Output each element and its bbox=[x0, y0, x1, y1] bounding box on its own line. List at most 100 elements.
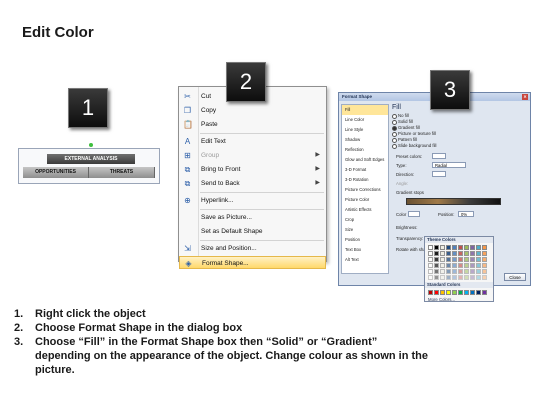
color-swatch[interactable] bbox=[452, 269, 457, 274]
color-picker-button[interactable] bbox=[408, 211, 420, 217]
category-item[interactable]: 3-D Format bbox=[342, 165, 388, 175]
color-swatch[interactable] bbox=[446, 257, 451, 262]
menu-item-edit-text[interactable]: A Edit Text bbox=[179, 135, 326, 148]
color-swatch[interactable] bbox=[482, 251, 487, 256]
close-button[interactable]: Close bbox=[504, 273, 526, 281]
color-swatch[interactable] bbox=[464, 257, 469, 262]
color-swatch[interactable] bbox=[464, 275, 469, 280]
menu-item-set-as-default-shape[interactable]: Set as Default Shape bbox=[179, 225, 326, 238]
color-swatch[interactable] bbox=[428, 251, 433, 256]
color-swatch[interactable] bbox=[452, 275, 457, 280]
color-swatch[interactable] bbox=[440, 275, 445, 280]
category-item[interactable]: Picture Corrections bbox=[342, 185, 388, 195]
color-swatch[interactable] bbox=[464, 263, 469, 268]
color-swatch[interactable] bbox=[446, 275, 451, 280]
color-swatch[interactable] bbox=[458, 290, 463, 295]
preset-colors-dropdown[interactable] bbox=[432, 153, 446, 159]
color-swatch[interactable] bbox=[482, 263, 487, 268]
category-item[interactable]: Artistic Effects bbox=[342, 205, 388, 215]
color-swatch[interactable] bbox=[470, 263, 475, 268]
gradient-stops-bar[interactable] bbox=[406, 198, 501, 205]
menu-item-copy[interactable]: ❐ Copy bbox=[179, 104, 326, 117]
menu-item-bring-to-front[interactable]: ⧉ Bring to Front ▶ bbox=[179, 163, 326, 176]
color-swatch[interactable] bbox=[452, 245, 457, 250]
menu-item-group[interactable]: ⊞ Group ▶ bbox=[179, 149, 326, 162]
category-item[interactable]: Fill bbox=[342, 105, 388, 115]
color-swatch[interactable] bbox=[476, 290, 481, 295]
color-swatch[interactable] bbox=[440, 251, 445, 256]
color-swatch[interactable] bbox=[446, 251, 451, 256]
color-swatch[interactable] bbox=[440, 257, 445, 262]
color-swatch[interactable] bbox=[464, 245, 469, 250]
color-swatch[interactable] bbox=[434, 251, 439, 256]
position-input[interactable]: 0% bbox=[458, 211, 474, 217]
color-swatch[interactable] bbox=[428, 275, 433, 280]
color-swatch[interactable] bbox=[446, 245, 451, 250]
external-analysis-box[interactable]: EXTERNAL ANALYSIS bbox=[47, 154, 135, 164]
color-swatch[interactable] bbox=[434, 245, 439, 250]
category-item[interactable]: Text Box bbox=[342, 245, 388, 255]
color-swatch[interactable] bbox=[428, 245, 433, 250]
category-item[interactable]: Crop bbox=[342, 215, 388, 225]
color-swatch[interactable] bbox=[458, 275, 463, 280]
selected-shape-panel[interactable]: EXTERNAL ANALYSIS OPPORTUNITIES THREATS bbox=[18, 143, 160, 184]
color-swatch[interactable] bbox=[458, 269, 463, 274]
menu-item-hyperlink[interactable]: ⊕ Hyperlink... bbox=[179, 194, 326, 207]
menu-item-send-to-back[interactable]: ⧉ Send to Back ▶ bbox=[179, 177, 326, 190]
category-item[interactable]: Reflection bbox=[342, 145, 388, 155]
color-swatch[interactable] bbox=[482, 290, 487, 295]
color-swatch[interactable] bbox=[470, 275, 475, 280]
category-item[interactable]: 3-D Rotation bbox=[342, 175, 388, 185]
category-item[interactable]: Position bbox=[342, 235, 388, 245]
color-swatch[interactable] bbox=[470, 269, 475, 274]
color-swatch[interactable] bbox=[476, 275, 481, 280]
menu-item-paste[interactable]: 📋 Paste bbox=[179, 118, 326, 131]
menu-item-size-and-position[interactable]: ⇲ Size and Position... bbox=[179, 242, 326, 255]
category-item[interactable]: Line Color bbox=[342, 115, 388, 125]
category-item[interactable]: Picture Color bbox=[342, 195, 388, 205]
type-dropdown[interactable]: Radial bbox=[432, 162, 466, 168]
color-swatch[interactable] bbox=[434, 269, 439, 274]
category-item[interactable]: Alt Text bbox=[342, 255, 388, 265]
color-swatch[interactable] bbox=[458, 245, 463, 250]
category-item[interactable]: Size bbox=[342, 225, 388, 235]
color-swatch[interactable] bbox=[440, 263, 445, 268]
close-icon[interactable]: ✕ bbox=[522, 94, 528, 100]
color-swatch[interactable] bbox=[440, 290, 445, 295]
color-swatch[interactable] bbox=[446, 263, 451, 268]
more-colors-link[interactable]: More Colors... bbox=[425, 297, 493, 302]
color-swatch[interactable] bbox=[440, 245, 445, 250]
color-swatch[interactable] bbox=[446, 269, 451, 274]
color-swatch[interactable] bbox=[464, 269, 469, 274]
color-swatch[interactable] bbox=[476, 269, 481, 274]
color-swatch[interactable] bbox=[434, 290, 439, 295]
color-swatch[interactable] bbox=[452, 290, 457, 295]
rotate-handle[interactable] bbox=[89, 143, 93, 147]
category-item[interactable]: Shadow bbox=[342, 135, 388, 145]
color-swatch[interactable] bbox=[476, 257, 481, 262]
color-swatch[interactable] bbox=[428, 263, 433, 268]
color-swatch[interactable] bbox=[452, 251, 457, 256]
color-swatch[interactable] bbox=[476, 245, 481, 250]
color-swatch[interactable] bbox=[452, 257, 457, 262]
color-swatch[interactable] bbox=[428, 269, 433, 274]
color-swatch[interactable] bbox=[458, 257, 463, 262]
color-swatch[interactable] bbox=[470, 290, 475, 295]
color-swatch[interactable] bbox=[434, 263, 439, 268]
color-swatch[interactable] bbox=[482, 257, 487, 262]
color-swatch[interactable] bbox=[482, 245, 487, 250]
opportunities-cell[interactable]: OPPORTUNITIES bbox=[23, 167, 89, 178]
color-swatch[interactable] bbox=[470, 245, 475, 250]
category-item[interactable]: Line Style bbox=[342, 125, 388, 135]
direction-dropdown[interactable] bbox=[432, 171, 446, 177]
color-swatch[interactable] bbox=[476, 263, 481, 268]
fill-option-radio[interactable]: Slide background fill bbox=[392, 143, 528, 149]
color-swatch[interactable] bbox=[434, 275, 439, 280]
color-swatch[interactable] bbox=[482, 269, 487, 274]
color-swatch[interactable] bbox=[434, 257, 439, 262]
menu-item-format-shape[interactable]: ◈ Format Shape... bbox=[179, 256, 326, 269]
color-swatch[interactable] bbox=[440, 269, 445, 274]
color-swatch[interactable] bbox=[428, 290, 433, 295]
color-swatch[interactable] bbox=[458, 263, 463, 268]
color-swatch[interactable] bbox=[476, 251, 481, 256]
